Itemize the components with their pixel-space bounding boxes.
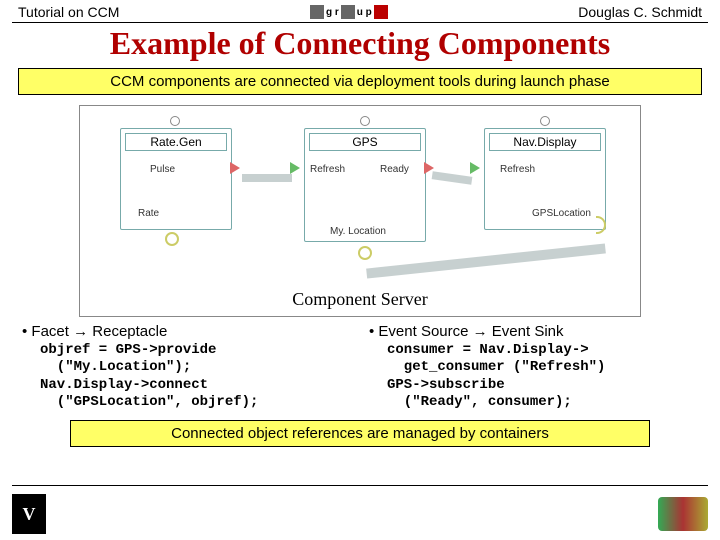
rategen-pulse-port bbox=[230, 162, 240, 174]
navdisp-gpsloc-label: GPSLocation bbox=[532, 208, 591, 219]
rategen-rate-port bbox=[165, 232, 179, 246]
component-diagram: Rate.Gen Pulse Rate GPS Refresh Ready My… bbox=[79, 105, 641, 317]
rategen-pulse-label: Pulse bbox=[150, 164, 175, 175]
left-column: • Facet → Receptacle objref = GPS->provi… bbox=[22, 323, 351, 412]
header-right: Douglas C. Schmidt bbox=[578, 4, 702, 20]
navdisp-refresh-label: Refresh bbox=[500, 164, 535, 175]
navdisp-top-stub bbox=[540, 116, 550, 126]
eventsrc-sink-heading: • Event Source → Event Sink bbox=[369, 323, 698, 342]
right-column: • Event Source → Event Sink consumer = N… bbox=[369, 323, 698, 412]
rategen-top-stub bbox=[170, 116, 180, 126]
component-gps: GPS bbox=[304, 128, 426, 242]
footer-rule bbox=[12, 485, 708, 486]
gps-label: GPS bbox=[309, 133, 421, 151]
gps-refresh-port bbox=[290, 162, 300, 174]
gps-myloc-port bbox=[358, 246, 372, 260]
banner-top: CCM components are connected via deploym… bbox=[18, 68, 702, 95]
facet-receptacle-heading: • Facet → Receptacle bbox=[22, 323, 351, 342]
rategen-label: Rate.Gen bbox=[125, 133, 227, 151]
navdisp-refresh-port bbox=[470, 162, 480, 174]
component-rategen: Rate.Gen bbox=[120, 128, 232, 230]
component-server-caption: Component Server bbox=[80, 289, 640, 310]
arrow-pulse-refresh bbox=[242, 174, 292, 182]
arrow-ready-refresh bbox=[432, 171, 473, 184]
gps-ready-label: Ready bbox=[380, 164, 409, 175]
doc-group-logo: g ru p bbox=[310, 5, 388, 19]
arrow-myloc-gpsloc bbox=[366, 243, 606, 278]
header-left: Tutorial on CCM bbox=[18, 4, 119, 20]
gps-myloc-label: My. Location bbox=[330, 226, 386, 237]
rategen-rate-label: Rate bbox=[138, 208, 159, 219]
navdisp-label: Nav.Display bbox=[489, 133, 601, 151]
facet-receptacle-code: objref = GPS->provide ("My.Location"); N… bbox=[40, 342, 351, 412]
vanderbilt-logo: V bbox=[12, 494, 46, 534]
banner-bottom: Connected object references are managed … bbox=[70, 420, 650, 447]
gps-top-stub bbox=[360, 116, 370, 126]
gps-refresh-label: Refresh bbox=[310, 164, 345, 175]
isis-logo bbox=[658, 497, 708, 531]
eventsrc-sink-code: consumer = Nav.Display-> get_consumer ("… bbox=[387, 342, 698, 412]
slide-title: Example of Connecting Components bbox=[0, 25, 720, 62]
header-rule bbox=[12, 22, 708, 23]
